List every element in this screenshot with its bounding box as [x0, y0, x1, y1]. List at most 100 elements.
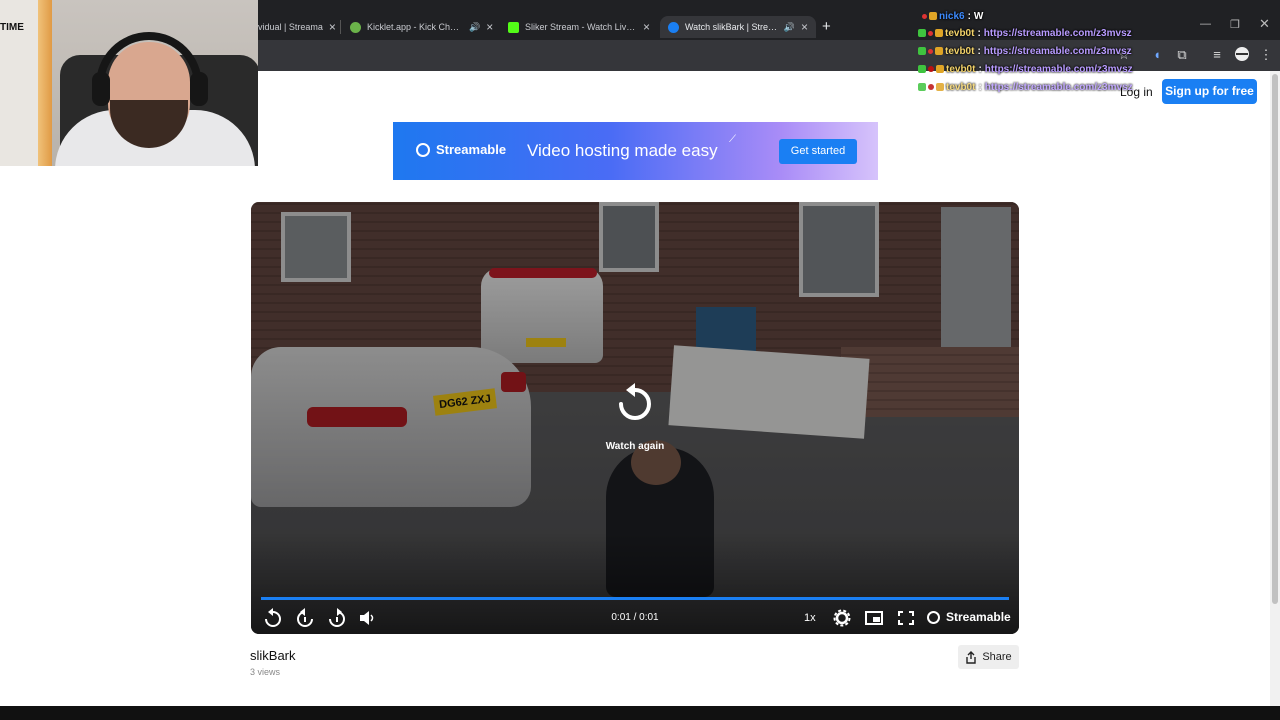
promo-banner[interactable]: Streamable Video hosting made easy ⟋ Get…: [393, 122, 878, 180]
forward-10-icon[interactable]: [326, 608, 348, 628]
taskbar-strip: [0, 706, 1280, 720]
get-started-button[interactable]: Get started: [779, 139, 857, 164]
chat-link[interactable]: https://streamable.com/z3mvsz: [985, 64, 1133, 75]
volume-icon[interactable]: [356, 608, 378, 628]
subscriber-badge-icon: [935, 29, 943, 37]
badge-icon: [928, 66, 934, 72]
headphones-icon: [96, 32, 202, 102]
streamable-favicon-icon: [668, 21, 679, 33]
window-close-icon[interactable]: ✕: [1259, 16, 1270, 32]
scrollbar-thumb[interactable]: [1272, 74, 1278, 604]
chat-colon: :: [977, 27, 981, 39]
fullscreen-icon[interactable]: [895, 608, 917, 628]
streamable-logo-icon: [927, 610, 940, 624]
screen: vidual | Streama × Kicklet.app - Kick Ch…: [0, 0, 1280, 720]
chat-colon: :: [967, 10, 971, 22]
chat-colon: :: [977, 45, 981, 57]
watch-again-label[interactable]: Watch again: [585, 441, 685, 452]
player-brand[interactable]: Streamable: [927, 610, 1011, 624]
banner-logo: Streamable: [416, 142, 506, 157]
tab-title: Watch slikBark | Streamable: [685, 22, 778, 32]
headphone-cup: [92, 72, 110, 106]
chat-message: tevb0t : https://streamable.com/z3mvsz: [918, 25, 1132, 41]
chat-message: nick6 : W: [918, 8, 983, 24]
signup-button[interactable]: Sign up for free: [1162, 79, 1257, 104]
streamable-logo-icon: [416, 142, 430, 157]
new-tab-plus-icon[interactable]: +: [822, 18, 831, 35]
webcam-light: [38, 0, 52, 166]
profile-avatar-icon[interactable]: [1234, 47, 1250, 63]
badge-icon: [922, 13, 927, 19]
banner-tagline: Video hosting made easy: [527, 141, 718, 160]
subscriber-badge-icon: [936, 83, 944, 91]
moderator-badge-icon: [918, 83, 926, 91]
share-label: Share: [982, 651, 1012, 663]
extensions-icon[interactable]: ⧉: [1174, 47, 1190, 63]
subscriber-badge-icon: [929, 12, 937, 20]
view-count: 3 views: [250, 667, 281, 677]
video-player[interactable]: DG62 ZXJ Watch again 0:01 / 0:01 1x Stre…: [251, 202, 1019, 634]
chat-link[interactable]: https://streamable.com/z3mvsz: [984, 46, 1132, 57]
chat-link[interactable]: https://streamable.com/z3mvsz: [985, 82, 1133, 93]
time-display: 0:01 / 0:01: [611, 612, 659, 623]
progress-bar-fill: [261, 597, 1009, 600]
chat-colon: :: [978, 81, 982, 93]
picture-in-picture-icon[interactable]: [863, 608, 885, 628]
close-icon[interactable]: ×: [329, 20, 336, 34]
reading-list-icon[interactable]: ≡: [1209, 47, 1225, 63]
media-control-icon[interactable]: ◖: [1149, 47, 1165, 63]
browser-menu-icon[interactable]: ⋮: [1258, 47, 1274, 63]
tab-title: Kicklet.app - Kick Chatbot: [367, 22, 463, 32]
close-icon[interactable]: ×: [486, 20, 493, 34]
share-icon: [966, 650, 977, 664]
chat-link[interactable]: https://streamable.com/z3mvsz: [984, 28, 1132, 39]
chat-username: tevb0t: [945, 45, 975, 57]
tab-sliker-stream[interactable]: Sliker Stream - Watch Live on K ×: [508, 16, 658, 38]
tab-title: vidual | Streama: [258, 22, 323, 32]
video-title: slikBark: [250, 648, 296, 663]
badge-icon: [928, 84, 934, 90]
settings-gear-icon[interactable]: [831, 608, 853, 628]
banner-brand: Streamable: [436, 142, 507, 157]
rewind-10-icon[interactable]: [294, 608, 316, 628]
maximize-icon[interactable]: ❐: [1230, 18, 1240, 31]
chat-username: nick6: [939, 10, 965, 22]
badge-icon: [928, 30, 933, 36]
replay-small-icon[interactable]: [262, 608, 284, 628]
moderator-badge-icon: [918, 47, 926, 55]
moderator-badge-icon: [918, 65, 926, 73]
audio-playing-icon: 🔊: [783, 21, 795, 32]
chat-message: tevb0t : https://streamable.com/z3mvsz: [918, 43, 1132, 59]
tab-title: Sliker Stream - Watch Live on K: [525, 22, 637, 32]
replay-icon[interactable]: [615, 382, 655, 426]
player-brand-label: Streamable: [946, 610, 1011, 624]
tab-separator: [340, 20, 341, 34]
subscriber-badge-icon: [936, 65, 944, 73]
playback-speed-button[interactable]: 1x: [804, 612, 816, 624]
badge-icon: [928, 48, 933, 54]
minimize-icon[interactable]: —: [1200, 18, 1211, 30]
moderator-badge-icon: [918, 29, 926, 37]
subscriber-badge-icon: [935, 47, 943, 55]
chat-username: tevb0t: [945, 27, 975, 39]
close-icon[interactable]: ×: [643, 20, 650, 34]
kicklet-favicon-icon: [350, 21, 361, 33]
tab-watch-slikbark[interactable]: Watch slikBark | Streamable 🔊 ×: [660, 16, 816, 38]
headphone-cup: [190, 72, 208, 106]
chat-colon: :: [978, 63, 982, 75]
progress-bar[interactable]: [261, 597, 1009, 600]
share-button[interactable]: Share: [958, 645, 1019, 669]
chat-username: tevb0t: [946, 81, 976, 93]
tab-streamable-individual[interactable]: vidual | Streama ×: [258, 16, 338, 38]
chat-username: tevb0t: [946, 63, 976, 75]
close-icon[interactable]: ×: [801, 20, 808, 34]
chat-message: tevb0t : https://streamable.com/z3mvsz: [918, 79, 1133, 95]
tab-kicklet[interactable]: Kicklet.app - Kick Chatbot 🔊 ×: [350, 16, 495, 38]
webcam-sign-text: TIME: [0, 22, 24, 33]
chat-message: tevb0t : https://streamable.com/z3mvsz: [918, 61, 1133, 77]
chat-text: W: [973, 10, 984, 22]
audio-playing-icon: 🔊: [469, 21, 481, 32]
kick-favicon-icon: [508, 21, 519, 33]
streamer-webcam: TIME: [0, 0, 258, 166]
sparkle-icon: ⟋: [729, 134, 736, 145]
